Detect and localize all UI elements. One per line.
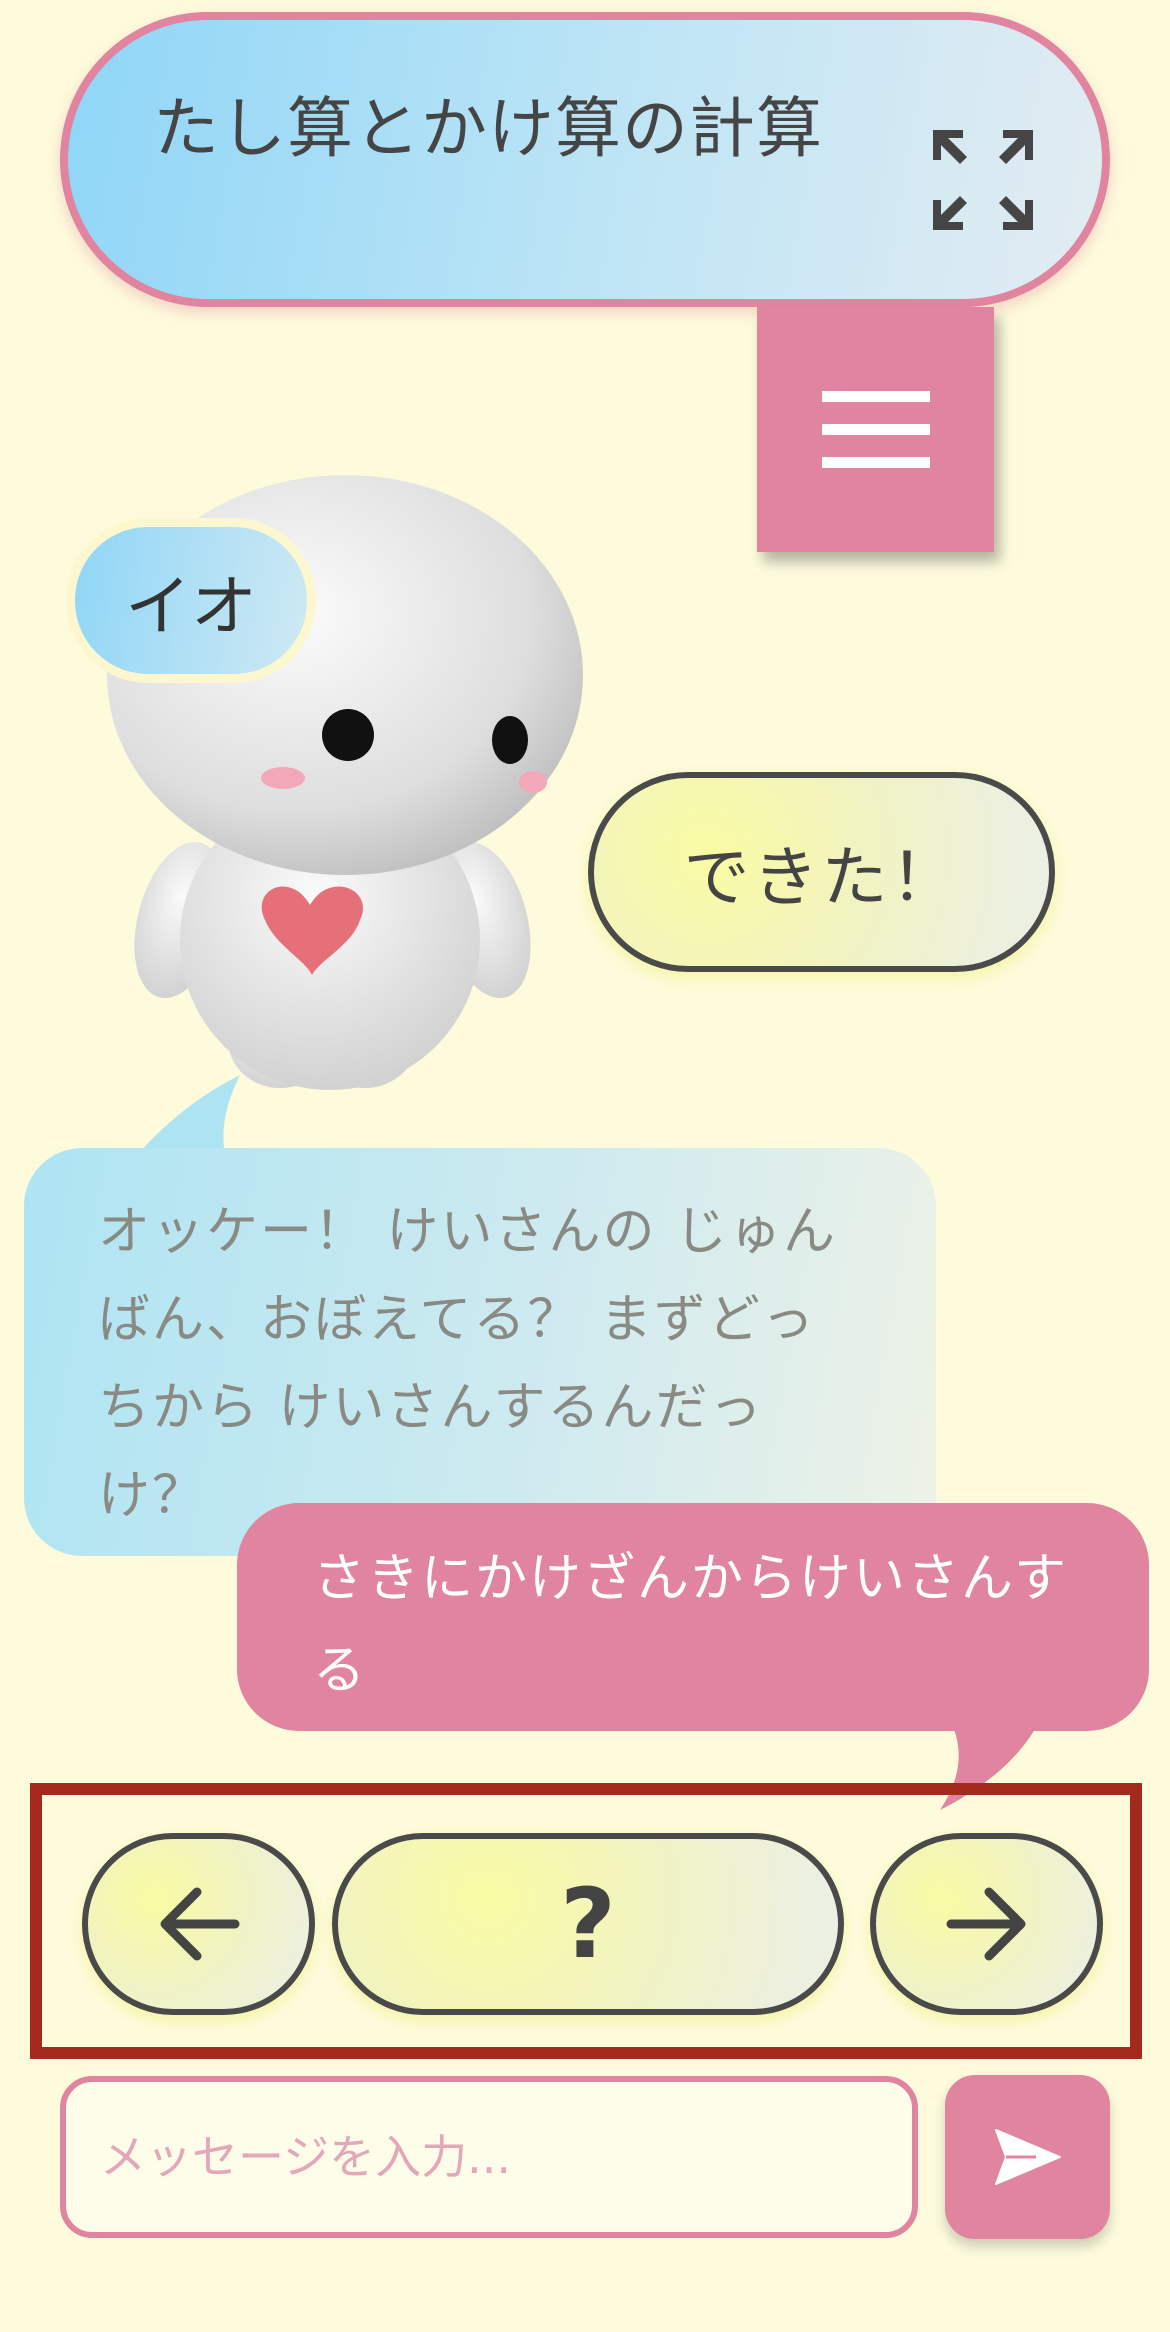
character-name-tag: イオ [66, 518, 316, 683]
navigation-controls: ? [30, 1783, 1142, 2059]
message-input[interactable] [60, 2076, 918, 2238]
ai-message-bubble: オッケー！ けいさんの じゅんばん、おぼえてる？ まずどっちから けいさんするん… [24, 1148, 936, 1556]
hamburger-icon [821, 391, 930, 402]
page-title: たし算とかけ算の計算 [153, 90, 823, 167]
help-button[interactable]: ? [332, 1833, 844, 2015]
arrow-right-icon [946, 1887, 1025, 1961]
next-button[interactable] [870, 1833, 1103, 2015]
expand-arrows-icon[interactable] [933, 130, 1033, 230]
app-header: たし算とかけ算の計算 [60, 12, 1110, 307]
send-button[interactable] [945, 2075, 1110, 2239]
arrow-left-icon [160, 1887, 239, 1961]
menu-button[interactable] [757, 307, 994, 552]
done-suggestion-button[interactable]: できた！ [588, 772, 1055, 972]
send-icon [994, 2129, 1061, 2185]
prev-button[interactable] [82, 1833, 315, 2015]
user-message-bubble: さきにかけざんからけいさんする [237, 1503, 1149, 1731]
